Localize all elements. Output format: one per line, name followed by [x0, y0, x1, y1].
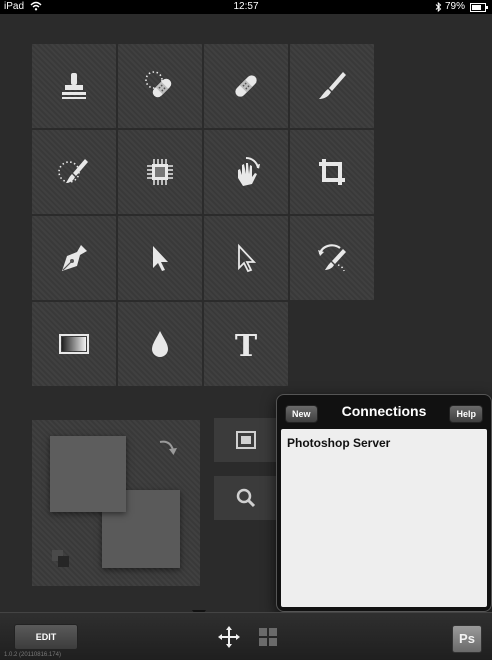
connections-popover: New Connections Help Photoshop Server: [276, 394, 492, 612]
photoshop-connection-button[interactable]: Ps: [452, 625, 482, 653]
history-brush-tool[interactable]: [290, 216, 374, 300]
type-tool[interactable]: T: [204, 302, 288, 386]
status-bar: iPad 12:57 79%: [0, 0, 492, 14]
history-brush-icon: [318, 244, 346, 272]
spot-healing-bandage-icon: [145, 71, 172, 98]
smart-object-tool[interactable]: [118, 130, 202, 214]
hollow-arrow-cursor-icon: [238, 243, 257, 273]
bottom-toolbar: EDIT 1.0.2 (20110816.174) Ps: [0, 612, 492, 660]
clone-stamp-icon: [62, 73, 86, 99]
crop-tool[interactable]: [290, 130, 374, 214]
help-button[interactable]: Help: [449, 405, 483, 423]
pen-tool[interactable]: [32, 216, 116, 300]
move-arrows-icon[interactable]: [218, 626, 240, 648]
drop-icon: [152, 331, 168, 357]
selection-brush-icon: [58, 159, 88, 183]
gradient-icon: [59, 334, 89, 354]
default-colors-icon[interactable]: [50, 548, 72, 570]
healing-brush-tool[interactable]: [204, 44, 288, 128]
chip-icon: [147, 159, 173, 185]
bandage-icon: [235, 75, 257, 97]
screen-mode-button[interactable]: [214, 418, 278, 462]
type-icon: T: [235, 329, 258, 362]
bluetooth-icon: [435, 2, 442, 12]
popover-header: New Connections Help: [277, 395, 491, 429]
magnifier-icon: [236, 488, 256, 508]
spot-healing-tool[interactable]: [118, 44, 202, 128]
blur-tool[interactable]: [118, 302, 202, 386]
fit-screen-icon: [236, 431, 256, 449]
pen-nib-icon: [62, 245, 87, 271]
swap-colors-icon[interactable]: [156, 436, 180, 460]
color-swatch-panel: [32, 420, 200, 586]
zoom-button[interactable]: [214, 476, 278, 520]
connection-item[interactable]: Photoshop Server: [281, 429, 487, 457]
version-label: 1.0.2 (20110816.174): [4, 652, 61, 658]
gradient-tool[interactable]: [32, 302, 116, 386]
edit-button[interactable]: EDIT: [14, 624, 78, 650]
battery-percent: 79%: [444, 1, 465, 12]
connections-list: Photoshop Server: [281, 429, 487, 607]
direct-selection-tool[interactable]: [204, 216, 288, 300]
selection-brush-tool[interactable]: [32, 130, 116, 214]
paint-brush-icon: [319, 72, 346, 99]
grid-view-icon[interactable]: [258, 627, 278, 647]
tool-palette: T: [32, 44, 374, 386]
brush-tool[interactable]: [290, 44, 374, 128]
smudge-hand-icon: [238, 156, 260, 186]
crop-icon: [319, 159, 345, 185]
path-selection-tool[interactable]: [118, 216, 202, 300]
smudge-tool[interactable]: [204, 130, 288, 214]
svg-text:T: T: [235, 329, 258, 362]
clock: 12:57: [233, 1, 259, 12]
arrow-cursor-icon: [153, 246, 168, 271]
foreground-color-swatch[interactable]: [50, 436, 126, 512]
battery-icon: [470, 2, 488, 12]
stamp-tool[interactable]: [32, 44, 116, 128]
